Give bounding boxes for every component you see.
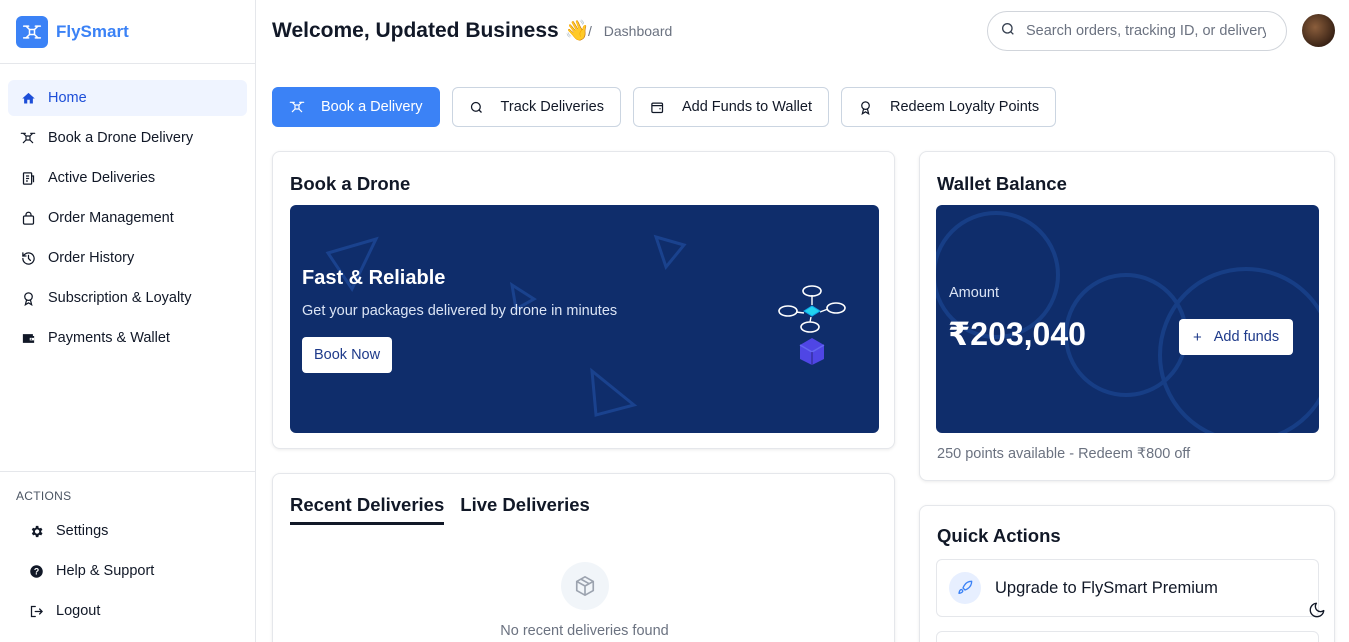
- wallet-amount: ₹203,040: [948, 316, 1086, 352]
- hero-decoration: [325, 234, 846, 417]
- tab-live-deliveries[interactable]: Live Deliveries: [460, 494, 590, 525]
- wallet-icon: [20, 330, 36, 346]
- breadcrumb-dashboard[interactable]: Dashboard: [604, 23, 673, 39]
- book-delivery-button[interactable]: Book a Delivery: [272, 87, 440, 127]
- search-icon: [1000, 21, 1016, 42]
- sidebar-item-active-deliveries[interactable]: Active Deliveries: [8, 160, 247, 196]
- sidebar-item-label: Book a Drone Delivery: [48, 130, 194, 146]
- moon-icon[interactable]: [1307, 600, 1327, 620]
- add-funds-wallet-button[interactable]: Add Funds to Wallet: [632, 87, 829, 127]
- add-funds-wallet-label: Add Funds to Wallet: [681, 99, 812, 115]
- redeem-loyalty-label: Redeem Loyalty Points: [889, 99, 1040, 115]
- brand[interactable]: FlySmart: [0, 0, 255, 64]
- sidebar-item-label: Active Deliveries: [48, 170, 156, 186]
- track-deliveries-label: Track Deliveries: [500, 99, 604, 115]
- add-funds-label: Add funds: [1213, 329, 1280, 345]
- hero-subtitle: Get your packages delivered by drone in …: [302, 303, 618, 319]
- sidebar-item-label: Home: [48, 90, 87, 106]
- search-input[interactable]: [1026, 23, 1266, 39]
- home-icon: [20, 90, 36, 106]
- quick-buttons: Book a Delivery Track Deliveries Add Fun…: [272, 87, 1057, 127]
- add-funds-button[interactable]: + Add funds: [1179, 319, 1294, 355]
- search-icon: [469, 99, 485, 115]
- sidebar-item-label: Order History: [48, 250, 135, 266]
- help-support-label: Help & Support: [56, 563, 155, 579]
- sidebar-actions: ACTIONS Settings ? Help & Support Logout: [0, 471, 255, 631]
- wallet-amount-label: Amount: [949, 285, 999, 301]
- loyalty-points-text: 250 points available - Redeem ₹800 off: [937, 446, 1191, 462]
- bag-icon: [20, 210, 36, 226]
- wave-emoji: 👋: [564, 20, 590, 42]
- sidebar-item-home[interactable]: Home: [8, 80, 247, 116]
- track-deliveries-button[interactable]: Track Deliveries: [451, 87, 621, 127]
- upgrade-premium-label: Upgrade to FlySmart Premium: [995, 578, 1218, 597]
- package-icon: [561, 562, 609, 610]
- wallet-hero: Amount ₹203,040 + Add funds: [936, 205, 1319, 433]
- book-drone-title: Book a Drone: [290, 173, 411, 194]
- wallet-card: Wallet Balance Amount ₹203,040 + Add fun…: [919, 151, 1335, 481]
- help-icon: ?: [28, 563, 44, 579]
- welcome-text: Welcome, Updated Business: [272, 18, 559, 42]
- avatar[interactable]: [1302, 14, 1335, 47]
- book-drone-hero: Fast & Reliable Get your packages delive…: [290, 205, 879, 433]
- logout-label: Logout: [56, 603, 101, 619]
- actions-title: ACTIONS: [16, 489, 72, 503]
- wallet-title: Wallet Balance: [937, 173, 1067, 194]
- breadcrumb: / Dashboard: [588, 23, 672, 39]
- wallet-icon: [650, 99, 666, 115]
- tab-recent-deliveries[interactable]: Recent Deliveries: [290, 494, 445, 525]
- award-icon: [20, 290, 36, 306]
- quick-actions-title: Quick Actions: [937, 525, 1061, 546]
- help-support-button[interactable]: ? Help & Support: [0, 551, 255, 591]
- gear-icon: [28, 523, 44, 539]
- breadcrumb-separator: /: [588, 23, 592, 39]
- sidebar-item-subscription[interactable]: Subscription & Loyalty: [8, 280, 247, 316]
- plus-icon: +: [1193, 328, 1202, 346]
- header: Welcome, Updated Business 👋 / Dashboard: [256, 0, 1349, 64]
- sidebar-item-order-management[interactable]: Order Management: [8, 200, 247, 236]
- brand-logo-icon: [16, 15, 48, 48]
- logout-icon: [28, 603, 44, 619]
- search-box[interactable]: [987, 11, 1287, 51]
- clipboard-icon: [20, 170, 36, 186]
- empty-state-text: No recent deliveries found: [500, 623, 669, 639]
- sidebar-item-label: Order Management: [48, 210, 174, 226]
- book-drone-card: Book a Drone Fast & Reliable Get your pa…: [272, 151, 895, 449]
- settings-button[interactable]: Settings: [0, 511, 255, 551]
- sidebar-item-payments[interactable]: Payments & Wallet: [8, 320, 247, 356]
- sidebar-item-label: Subscription & Loyalty: [48, 290, 192, 306]
- brand-name: FlySmart: [56, 21, 129, 41]
- hero-title: Fast & Reliable: [302, 267, 446, 289]
- sidebar-nav: Home Book a Drone Delivery Active Delive…: [0, 64, 255, 356]
- award-icon: [858, 99, 874, 115]
- rocket-icon: [949, 572, 981, 604]
- redeem-loyalty-button[interactable]: Redeem Loyalty Points: [840, 87, 1057, 127]
- quick-actions-card: Quick Actions Upgrade to FlySmart Premiu…: [919, 505, 1335, 642]
- recent-deliveries-card: Recent Deliveries Live Deliveries No rec…: [272, 473, 895, 642]
- deliveries-tabs: Recent Deliveries Live Deliveries: [290, 494, 590, 525]
- book-now-button[interactable]: Book Now: [302, 337, 393, 373]
- sidebar-item-book-drone[interactable]: Book a Drone Delivery: [8, 120, 247, 156]
- upgrade-premium-button[interactable]: Upgrade to FlySmart Premium: [936, 559, 1319, 617]
- book-delivery-label: Book a Delivery: [321, 99, 423, 115]
- sidebar: FlySmart Home Book a Drone Delivery Acti…: [0, 0, 256, 642]
- drone-icon: [20, 130, 36, 146]
- logout-button[interactable]: Logout: [0, 591, 255, 631]
- page-title: Welcome, Updated Business 👋: [272, 18, 590, 43]
- drone-illustration-icon: [778, 285, 846, 365]
- settings-label: Settings: [56, 523, 109, 539]
- history-icon: [20, 250, 36, 266]
- svg-text:?: ?: [33, 566, 38, 576]
- quick-action-item[interactable]: [936, 631, 1319, 642]
- drone-icon: [289, 99, 305, 115]
- sidebar-item-label: Payments & Wallet: [48, 330, 170, 346]
- sidebar-item-order-history[interactable]: Order History: [8, 240, 247, 276]
